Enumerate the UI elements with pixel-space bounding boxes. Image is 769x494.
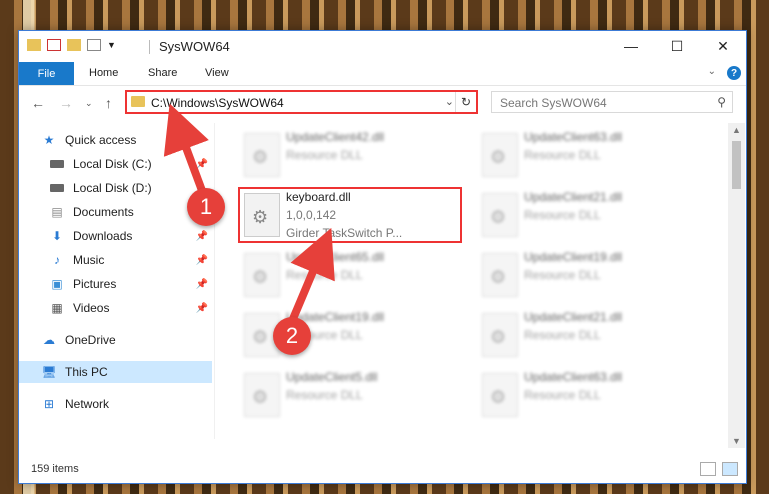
arrow-to-address-bar <box>163 103 209 198</box>
arrow-to-keyboard-dll <box>286 227 335 328</box>
callout-badge-1: 1 <box>187 188 225 226</box>
callout-badge-2: 2 <box>273 317 311 355</box>
annotation-arrows <box>163 103 335 328</box>
